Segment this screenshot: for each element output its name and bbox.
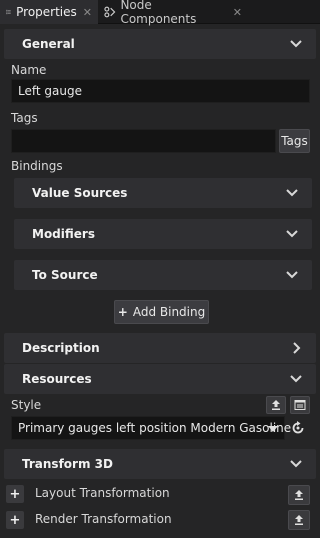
node-components-icon [104, 6, 116, 18]
section-description-title: Description [22, 341, 100, 355]
bindings-modifiers-label: Modifiers [32, 227, 95, 241]
add-binding-button[interactable]: + Add Binding [114, 300, 209, 324]
bindings-label: Bindings [11, 159, 63, 173]
section-resources-title: Resources [22, 372, 92, 386]
chevron-down-icon [286, 271, 298, 279]
tab-properties[interactable]: Properties ✕ [0, 0, 98, 24]
plus-icon: + [117, 305, 128, 319]
upload-layout-transformation-button[interactable] [288, 485, 310, 505]
bindings-value-sources-label: Value Sources [32, 186, 128, 200]
tab-node-components[interactable]: Node Components ✕ [98, 0, 248, 26]
chevron-down-icon [286, 230, 298, 238]
chevron-down-icon [290, 460, 302, 468]
upload-render-transformation-button[interactable] [288, 510, 310, 530]
properties-icon [6, 9, 11, 15]
upload-icon [295, 515, 303, 525]
tags-label: Tags [11, 111, 38, 125]
upload-icon [272, 400, 280, 410]
style-label: Style [11, 398, 42, 412]
expand-layout-transformation-button[interactable]: + [6, 485, 24, 503]
upload-style-button[interactable] [266, 396, 286, 414]
tags-button[interactable]: Tags [279, 129, 310, 153]
render-transformation-label: Render Transformation [35, 512, 172, 526]
tab-node-components-label: Node Components [120, 0, 197, 26]
name-label: Name [11, 63, 47, 77]
dropdown-arrow-icon [268, 426, 278, 432]
section-transform3d-header[interactable]: Transform 3D [4, 449, 316, 479]
style-dropdown[interactable]: Primary gauges left position Modern Gaso… [11, 416, 291, 440]
bindings-to-source-label: To Source [32, 268, 98, 282]
section-transform3d-title: Transform 3D [22, 457, 113, 471]
tags-field[interactable] [11, 129, 276, 153]
style-dropdown-value: Primary gauges left position Modern Gaso… [18, 421, 292, 435]
section-resources-header[interactable]: Resources [4, 364, 316, 394]
reset-icon[interactable] [290, 420, 306, 436]
name-field-value: Left gauge [18, 84, 82, 98]
bindings-value-sources[interactable]: Value Sources [14, 178, 312, 208]
expand-render-transformation-button[interactable]: + [6, 511, 24, 529]
close-icon[interactable]: ✕ [83, 6, 92, 19]
bindings-modifiers[interactable]: Modifiers [14, 219, 312, 249]
window-icon [294, 400, 306, 410]
style-editor-button[interactable] [290, 396, 310, 414]
add-binding-label: Add Binding [132, 305, 206, 319]
upload-icon [295, 490, 303, 500]
section-general-title: General [22, 37, 75, 51]
bindings-to-source[interactable]: To Source [14, 260, 312, 290]
chevron-down-icon [290, 40, 302, 48]
close-icon[interactable]: ✕ [233, 6, 242, 19]
section-general-header[interactable]: General [4, 29, 316, 59]
tab-properties-label: Properties [16, 5, 77, 19]
name-field[interactable]: Left gauge [11, 79, 310, 103]
section-description-header[interactable]: Description [4, 333, 316, 363]
chevron-down-icon [290, 375, 302, 383]
chevron-down-icon [286, 189, 298, 197]
chevron-right-icon [293, 342, 301, 354]
layout-transformation-label: Layout Transformation [35, 486, 170, 500]
